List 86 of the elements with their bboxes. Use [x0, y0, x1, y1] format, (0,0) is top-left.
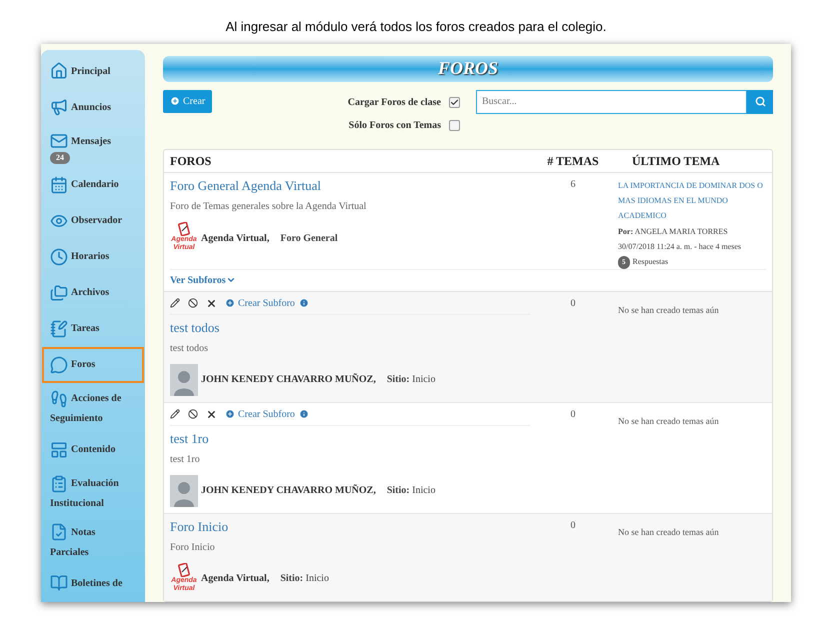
disable-icon[interactable] — [188, 298, 198, 308]
create-subforum-link[interactable]: Crear Subforo — [225, 406, 295, 422]
sidebar-item[interactable]: Calendario — [42, 166, 144, 203]
forum-description: test 1ro — [170, 452, 201, 466]
checkbox[interactable] — [449, 96, 460, 108]
no-topics-text: No se han creado temas aún — [618, 526, 719, 536]
plus-circle-icon — [225, 298, 235, 308]
column-header: FOROS — [169, 153, 212, 170]
info-icon[interactable] — [298, 298, 309, 308]
no-topics-text: No se han creado temas aún — [618, 416, 719, 426]
forum-site: Foro General — [280, 232, 338, 246]
sidebar-item[interactable]: Principal — [42, 54, 144, 90]
checkbox-label: Cargar Foros de clase — [348, 96, 441, 110]
column-header: # TEMAS — [546, 153, 600, 170]
caret-icon — [226, 275, 236, 285]
create-subforum-link[interactable]: Crear Subforo — [225, 296, 295, 310]
author-name: JOHN KENEDY CHAVARRO MUÑOZ, — [201, 483, 376, 498]
search-icon — [754, 96, 766, 107]
envelope-icon — [50, 132, 68, 150]
footprints-icon — [50, 390, 68, 408]
search-button[interactable] — [747, 90, 773, 114]
edit-icon[interactable] — [170, 298, 180, 308]
plus-circle-icon — [170, 96, 180, 106]
topic-count: 0 — [570, 518, 576, 532]
book-icon — [50, 574, 68, 592]
sidebar-item[interactable]: Observador — [42, 202, 144, 239]
sidebar-item[interactable]: Acciones de Seguimiento — [42, 382, 144, 432]
forum-description: Foro Inicio — [170, 540, 216, 554]
sidebar-item[interactable]: Mensajes 24 — [42, 126, 144, 167]
clock-icon — [50, 248, 68, 266]
forum-description: test todos — [170, 342, 210, 356]
sidebar-item[interactable]: Archivos — [42, 274, 144, 311]
layout-icon — [50, 440, 68, 459]
checkbox-label: Sólo Foros con Temas — [348, 118, 441, 132]
search-field[interactable]: Buscar... — [476, 90, 747, 114]
author-name: JOHN KENEDY CHAVARRO MUÑOZ, — [201, 372, 376, 387]
forum-title-link[interactable]: test 1ro — [170, 430, 528, 448]
caption-text: Al ingresar al módulo verá todos los foros creados para el colegio. — [226, 18, 606, 36]
megaphone-icon — [50, 98, 68, 116]
forum-title-link[interactable]: Foro General Agenda Virtual — [170, 177, 528, 195]
forum-description: Foro de Temas generales sobre la Agenda Virtual — [170, 200, 368, 214]
sidebar-item[interactable]: Boletines de — [42, 566, 144, 602]
last-topic-link[interactable]: LA IMPORTANCIA DE DOMINAR DOS O MAS IDIOMAS EN EL MUNDO ACADEMICO — [618, 178, 768, 223]
delete-icon[interactable] — [206, 298, 217, 308]
checkbox[interactable] — [449, 120, 460, 130]
forum-site: Sitio: Inicio — [386, 373, 436, 387]
forum-site: Sitio: Inicio — [386, 484, 436, 498]
sidebar-item[interactable]: Tareas — [42, 310, 144, 347]
photo-placeholder — [170, 364, 198, 396]
forum-site: Sitio: Inicio — [280, 572, 329, 586]
notepad-icon — [50, 320, 68, 338]
info-icon[interactable] — [298, 409, 309, 419]
tablet-pen-icon — [177, 562, 191, 576]
sidebar-item[interactable]: Notas Parciales — [42, 516, 144, 566]
forum-title-link[interactable]: test todos — [170, 318, 528, 336]
folders-icon — [50, 284, 68, 302]
chat-bubble-icon — [50, 356, 68, 374]
sidebar-item[interactable]: Evaluación Institucional — [42, 468, 144, 517]
edit-icon[interactable] — [170, 409, 180, 419]
topic-count: 0 — [570, 296, 576, 310]
unread-count-badge: 24 — [50, 152, 70, 164]
forum-title-link[interactable]: Foro Inicio — [170, 518, 528, 536]
column-header: ÚLTIMO TEMA — [631, 153, 720, 170]
topic-count: 6 — [570, 178, 576, 192]
replies-label: Respuestas — [632, 256, 668, 268]
sidebar-item[interactable]: Horarios — [42, 238, 144, 275]
plus-circle-icon — [225, 409, 235, 419]
checklist-icon — [50, 474, 68, 493]
document-check-icon — [50, 523, 68, 542]
tablet-pen-icon — [177, 222, 191, 236]
sidebar-item[interactable]: Anuncios — [42, 90, 144, 126]
delete-icon[interactable] — [206, 408, 217, 420]
disable-icon[interactable] — [188, 409, 198, 419]
last-topic-author: Por: ANGELA MARIA TORRES — [618, 226, 729, 238]
no-topics-text: No se han creado temas aún — [618, 304, 719, 314]
photo-placeholder — [170, 474, 198, 506]
calendar-icon — [50, 176, 68, 194]
last-topic-date: 30/07/2018 11:24 a. m. - hace 4 meses — [618, 241, 742, 253]
topic-count: 0 — [570, 408, 576, 422]
home-icon — [50, 62, 68, 80]
view-subforums-link[interactable]: Ver Subforos — [170, 272, 236, 288]
author-name: Agenda Virtual, — [201, 232, 270, 246]
sidebar-item[interactable]: Contenido — [42, 432, 144, 468]
page-title: FOROS — [438, 57, 498, 80]
author-name: Agenda Virtual, — [201, 572, 270, 586]
sidebar-item[interactable]: Foros — [42, 346, 144, 383]
